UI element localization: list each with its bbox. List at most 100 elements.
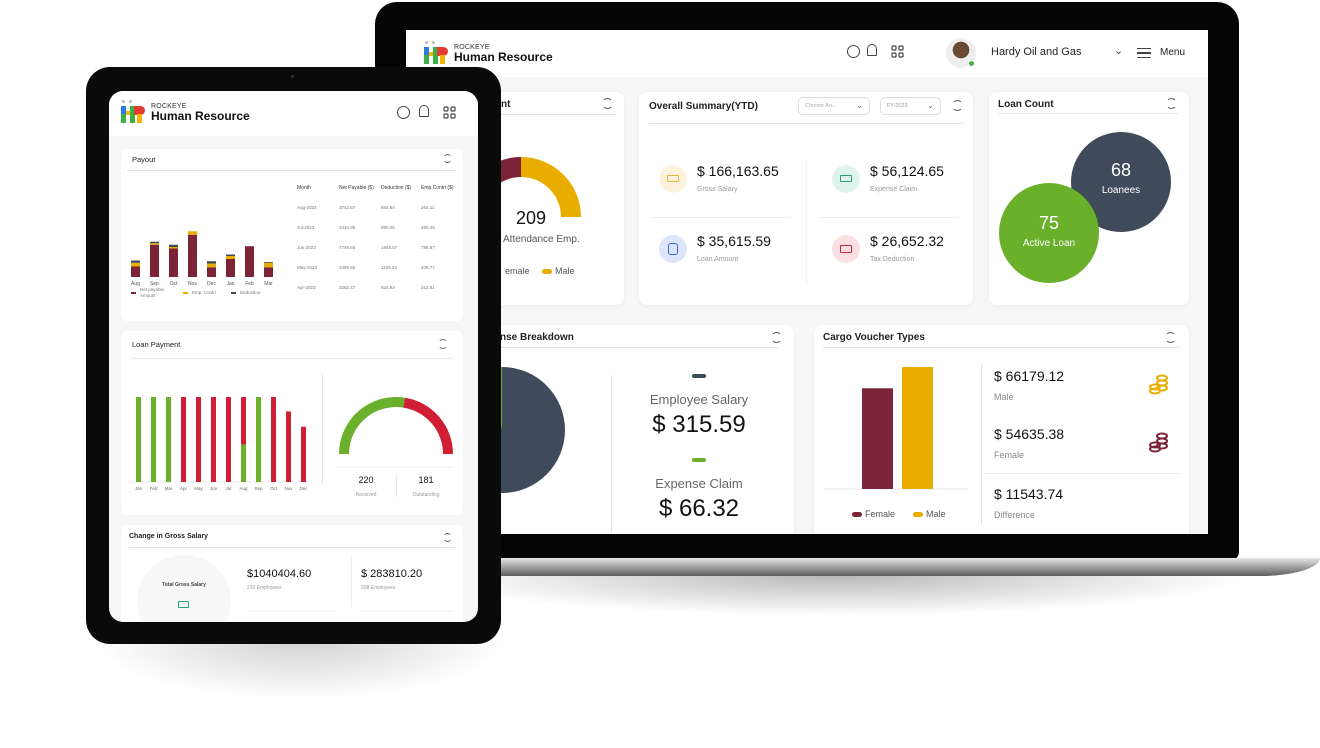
- legend-male-swatch: [542, 269, 552, 274]
- choose-select-text: Choose An...: [805, 103, 837, 109]
- expense-legend-swatch: [692, 458, 706, 462]
- loan-xtick: Jan: [135, 486, 143, 491]
- refresh-icon[interactable]: [1166, 98, 1177, 109]
- divider: [247, 611, 337, 612]
- payout-table-header: Deduction ($): [381, 185, 412, 191]
- payout-bar-mar-2: [264, 262, 273, 263]
- legend-male: Male: [555, 266, 575, 276]
- search-icon[interactable]: [847, 45, 860, 58]
- camera-dot: [291, 75, 294, 78]
- apps-grid-icon[interactable]: [443, 106, 456, 119]
- divider-vertical: [981, 365, 982, 525]
- attendance-value: 209: [516, 208, 547, 228]
- menu-label[interactable]: Menu: [1160, 47, 1185, 58]
- payout-table-cell: 4434.95: [339, 225, 356, 230]
- attendance-label: Attendance Emp.: [503, 234, 580, 245]
- user-name[interactable]: Hardy Oil and Gas: [991, 46, 1081, 58]
- payout-title: Payout: [132, 155, 156, 164]
- payout-table-cell: 796.87: [421, 245, 435, 250]
- loan-bar-received-mar: [166, 397, 171, 482]
- received-label: Received: [355, 492, 377, 498]
- payout-table-cell: 460.48: [421, 225, 435, 230]
- payout-xtick: Mar: [264, 281, 273, 287]
- payout-bar-dec-0: [207, 267, 216, 277]
- gross-amount-2: $ 283810.20: [361, 568, 423, 580]
- active-loan-label: Active Loan: [1022, 238, 1076, 249]
- search-icon[interactable]: [397, 106, 410, 119]
- refresh-icon[interactable]: [443, 154, 452, 163]
- loan-bar-outstanding-may: [196, 397, 201, 482]
- divider: [649, 123, 964, 124]
- brand-logo[interactable]: ROCKEYE Human Resource: [424, 41, 553, 65]
- refresh-icon[interactable]: [438, 339, 448, 349]
- loan-bar-outstanding-jul: [226, 397, 231, 482]
- bell-icon[interactable]: [419, 105, 429, 117]
- payout-legend-label: Emp. Contri: [192, 290, 216, 295]
- loan-xtick: Sep: [254, 486, 263, 491]
- refresh-icon[interactable]: [771, 332, 782, 343]
- active-loan-bubble: 75 Active Loan: [999, 183, 1099, 283]
- refresh-icon[interactable]: [602, 98, 613, 109]
- payout-bar-sep-2: [150, 241, 159, 244]
- loan-amount-icon-bg: [659, 235, 687, 263]
- loan-xtick: Dec: [299, 486, 308, 491]
- payout-xtick: Nov: [188, 281, 197, 287]
- male-label: Male: [994, 392, 1014, 402]
- choose-select[interactable]: Choose An... ⌄: [798, 97, 870, 115]
- loan-bar-outstanding-jun: [211, 397, 216, 482]
- divider: [998, 113, 1178, 114]
- chevron-down-icon[interactable]: ⌄: [1114, 44, 1123, 57]
- loan-bar-outstanding-aug: [241, 397, 246, 445]
- loan-bar-outstanding-apr: [181, 397, 186, 482]
- attendance-title: nt: [501, 99, 511, 110]
- fy-select-text: FY-2023: [887, 103, 908, 109]
- hamburger-icon[interactable]: [1137, 48, 1151, 58]
- payout-table-cell: Jul-2023: [297, 225, 315, 230]
- payout-xtick: Aug: [131, 281, 140, 287]
- laptop-base: [370, 558, 1320, 576]
- refresh-icon[interactable]: [1165, 332, 1176, 343]
- cargo-voucher-card: Cargo Voucher Types Female Male $ 66179.…: [814, 325, 1189, 534]
- divider: [361, 611, 453, 612]
- payout-table-header: Month: [297, 185, 311, 191]
- payout-table-header: Net Payable ($): [339, 185, 374, 191]
- legend-male-swatch: [913, 512, 923, 517]
- payout-table-header: Emp.Contri ($): [421, 185, 454, 191]
- cargo-bar-male: [902, 367, 933, 489]
- payout-bar-aug-2: [131, 260, 140, 263]
- payout-table-cell: 1948.87: [381, 245, 398, 250]
- loan-xtick: Aug: [239, 486, 248, 491]
- apps-grid-icon[interactable]: [891, 45, 904, 58]
- divider-vertical: [322, 374, 323, 484]
- loan-bar-received-aug: [241, 444, 246, 482]
- gross-sub-2: 208 Employees: [361, 585, 396, 591]
- divider-vertical: [351, 557, 352, 607]
- payout-table-cell: 264.11: [421, 205, 435, 210]
- legend-female: emale: [505, 266, 530, 276]
- divider: [819, 217, 959, 218]
- payout-table-cell: 3742.57: [339, 205, 356, 210]
- payout-bar-oct-2: [169, 244, 178, 247]
- payout-legend-swatch: [183, 292, 188, 294]
- laptop-screen: ROCKEYE Human Resource Hardy Oil and Gas…: [406, 30, 1208, 534]
- salary-legend-swatch: [692, 374, 706, 378]
- loan-amount-label: Loan Amount: [697, 256, 739, 263]
- payout-bar-jan-0: [226, 259, 235, 277]
- brand-logo[interactable]: ROCKEYE Human Resource: [121, 100, 250, 124]
- loanees-value: 68: [1110, 160, 1132, 180]
- laptop-shadow: [420, 576, 1250, 616]
- male-amount: $ 66179.12: [994, 368, 1065, 384]
- female-amount: $ 54635.38: [994, 426, 1065, 442]
- bell-icon[interactable]: [867, 44, 877, 56]
- payout-legend-swatch: [131, 292, 136, 294]
- payout-table-cell: 4489.55: [339, 265, 356, 270]
- refresh-icon[interactable]: [952, 100, 963, 111]
- cash-icon: [840, 245, 852, 253]
- total-gross-label: Total Gross Salary: [162, 582, 206, 588]
- tax-deduction-amount: $ 26,652.32: [870, 233, 944, 249]
- refresh-icon[interactable]: [443, 533, 452, 542]
- payout-bar-sep-1: [150, 243, 159, 245]
- female-label: Female: [994, 450, 1025, 460]
- fy-select[interactable]: FY-2023 ⌄: [880, 97, 941, 115]
- loan-xtick: Nov: [284, 486, 293, 491]
